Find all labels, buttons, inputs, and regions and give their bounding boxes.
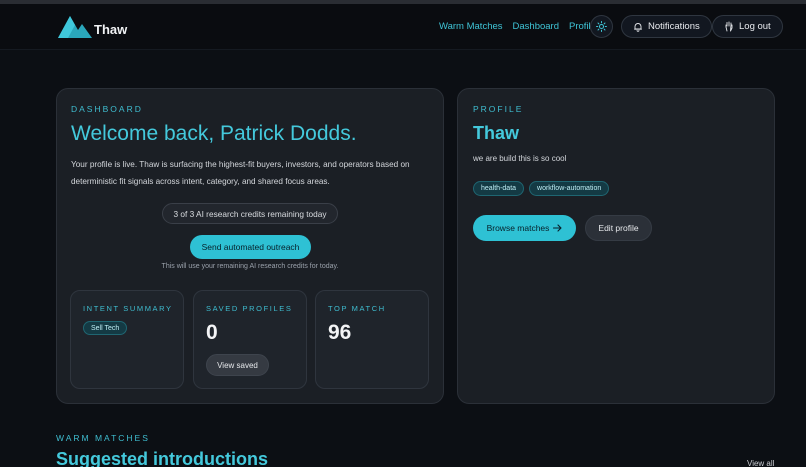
view-all-link[interactable]: View all — [747, 459, 774, 467]
saved-profiles-card: SAVED PROFILES 0 View saved — [193, 290, 307, 389]
browse-matches-button[interactable]: Browse matches — [473, 215, 576, 241]
intent-summary-card: INTENT SUMMARY Sell Tech — [70, 290, 184, 389]
logout-label: Log out — [739, 21, 771, 32]
edit-profile-button[interactable]: Edit profile — [585, 215, 652, 241]
dashboard-description: Your profile is live. Thaw is surfacing … — [71, 160, 410, 186]
notifications-label: Notifications — [648, 21, 700, 32]
hand-icon — [725, 21, 733, 32]
warm-matches-eyebrow: WARM MATCHES — [56, 433, 150, 443]
saved-profiles-label: SAVED PROFILES — [206, 304, 293, 313]
nav-link-dashboard[interactable]: Dashboard — [513, 21, 559, 32]
credits-badge: 3 of 3 AI research credits remaining tod… — [162, 203, 338, 224]
brand-logo[interactable]: Thaw — [58, 14, 127, 38]
logout-button[interactable]: Log out — [712, 15, 783, 38]
saved-profiles-count: 0 — [206, 321, 218, 344]
arrow-right-icon — [553, 224, 562, 232]
nav-links: Warm Matches Dashboard Profile — [439, 21, 596, 32]
profile-tag: health-data — [473, 181, 525, 196]
top-nav: Thaw Warm Matches Dashboard Profile Noti… — [0, 4, 806, 50]
profile-tag: workflow-automation — [529, 181, 610, 196]
profile-title: Thaw — [473, 123, 520, 143]
nav-link-warm-matches[interactable]: Warm Matches — [439, 21, 503, 32]
dashboard-card: DASHBOARD Welcome back, Patrick Dodds. Y… — [56, 88, 444, 404]
mountain-logo-icon — [58, 16, 92, 38]
warm-matches-title: Suggested introductions — [56, 449, 269, 467]
outreach-note: This will use your remaining AI research… — [161, 263, 339, 270]
sun-icon — [596, 21, 607, 32]
browse-matches-label: Browse matches — [486, 223, 550, 233]
profile-tags: health-data workflow-automation — [473, 181, 610, 196]
send-outreach-button[interactable]: Send automated outreach — [190, 235, 311, 259]
theme-toggle-button[interactable] — [590, 15, 613, 38]
intent-tag: Sell Tech — [83, 321, 128, 335]
profile-card: PROFILE Thaw we are build this is so coo… — [457, 88, 775, 404]
top-match-card: TOP MATCH 96 — [315, 290, 429, 389]
welcome-title: Welcome back, Patrick Dodds. — [71, 122, 357, 145]
notifications-button[interactable]: Notifications — [621, 15, 712, 38]
top-match-label: TOP MATCH — [328, 304, 386, 313]
profile-description: we are build this is so cool — [473, 154, 567, 163]
bell-icon — [634, 22, 642, 32]
brand-name: Thaw — [94, 21, 128, 37]
top-match-score: 96 — [328, 321, 352, 344]
dashboard-eyebrow: DASHBOARD — [71, 104, 143, 114]
view-saved-button[interactable]: View saved — [206, 354, 269, 376]
intent-summary-label: INTENT SUMMARY — [83, 304, 173, 313]
profile-eyebrow: PROFILE — [473, 104, 524, 114]
